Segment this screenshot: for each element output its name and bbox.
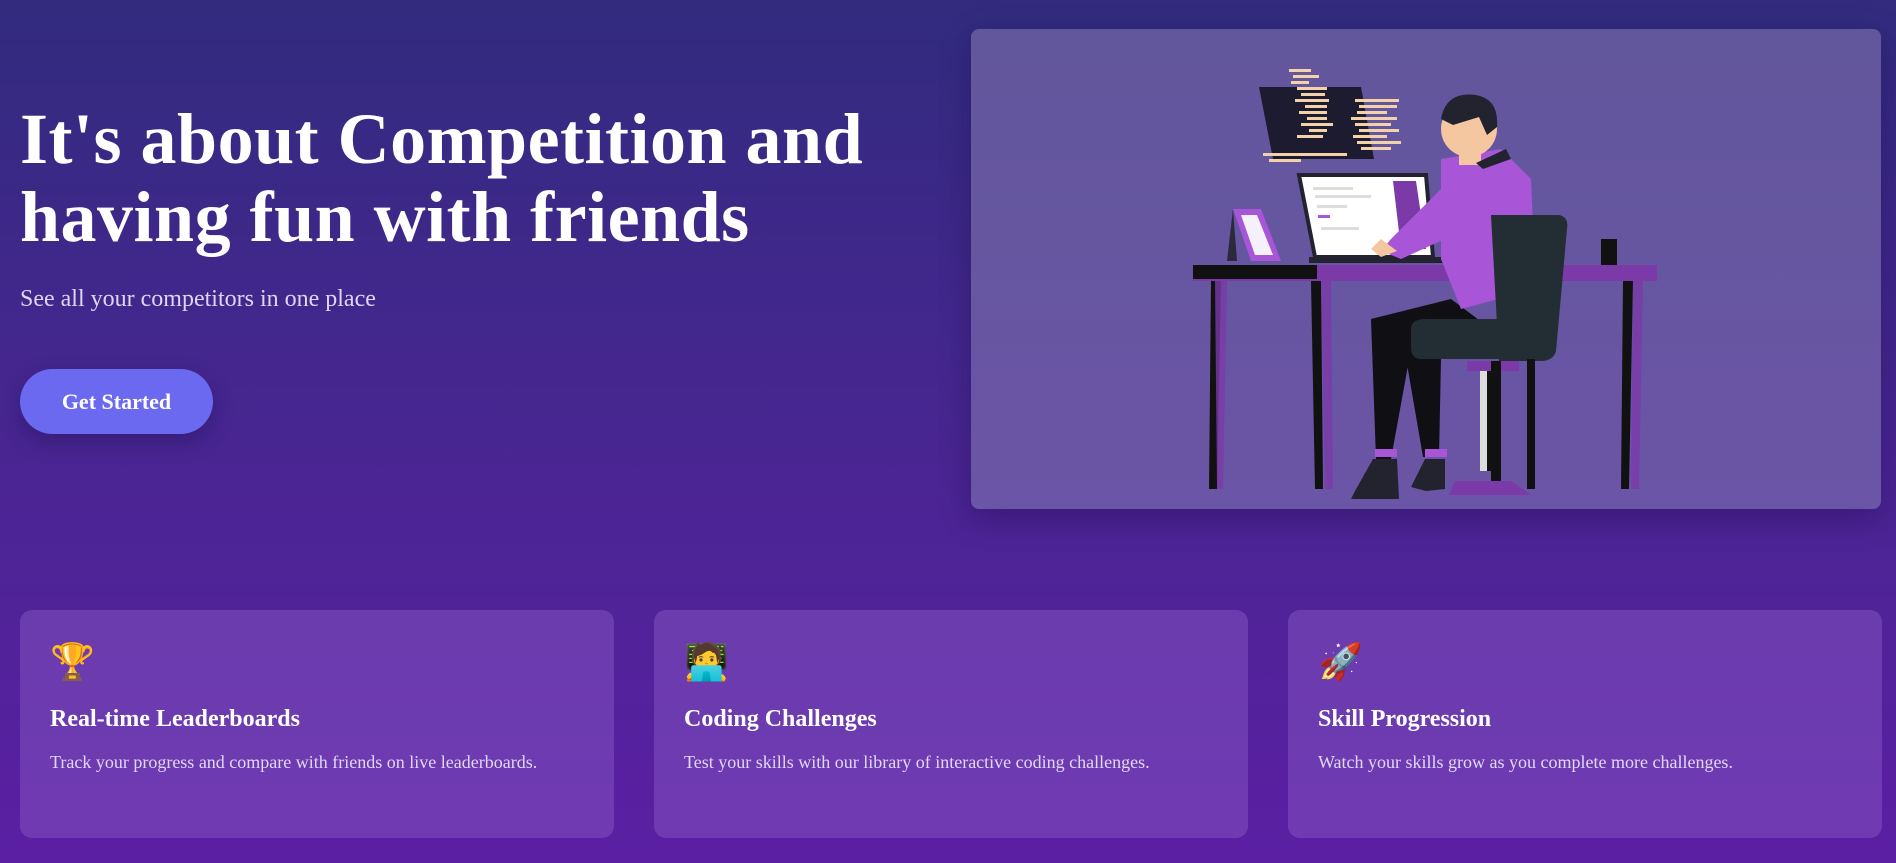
technologist-icon: 🧑‍💻 [684, 642, 729, 682]
feature-description: Watch your skills grow as you complete m… [1318, 752, 1733, 772]
feature-description: Track your progress and compare with fri… [50, 752, 538, 772]
hero-illustration [971, 29, 1881, 509]
hero-subtitle: See all your competitors in one place [20, 286, 376, 312]
feature-card-progression: 🚀 Skill Progression Watch your skills gr… [1288, 610, 1882, 838]
feature-title: Skill Progression [1318, 706, 1492, 732]
get-started-button[interactable]: Get Started [20, 369, 213, 434]
feature-card-challenges: 🧑‍💻 Coding Challenges Test your skills w… [654, 610, 1248, 838]
photo-frame [1227, 209, 1281, 261]
feature-card-leaderboards: 🏆 Real-time Leaderboards Track your prog… [20, 610, 614, 838]
hero-text: It's about Competition and having fun wi… [20, 100, 920, 313]
feature-title: Coding Challenges [684, 706, 877, 732]
hero-title: It's about Competition and having fun wi… [20, 99, 864, 257]
feature-description: Test your skills with our library of int… [684, 752, 1150, 772]
feature-title: Real-time Leaderboards [50, 706, 300, 732]
trophy-icon: 🏆 [50, 642, 95, 682]
code-window [1259, 69, 1401, 162]
rocket-icon: 🚀 [1318, 642, 1363, 682]
developer-at-desk-illustration [1193, 69, 1657, 499]
